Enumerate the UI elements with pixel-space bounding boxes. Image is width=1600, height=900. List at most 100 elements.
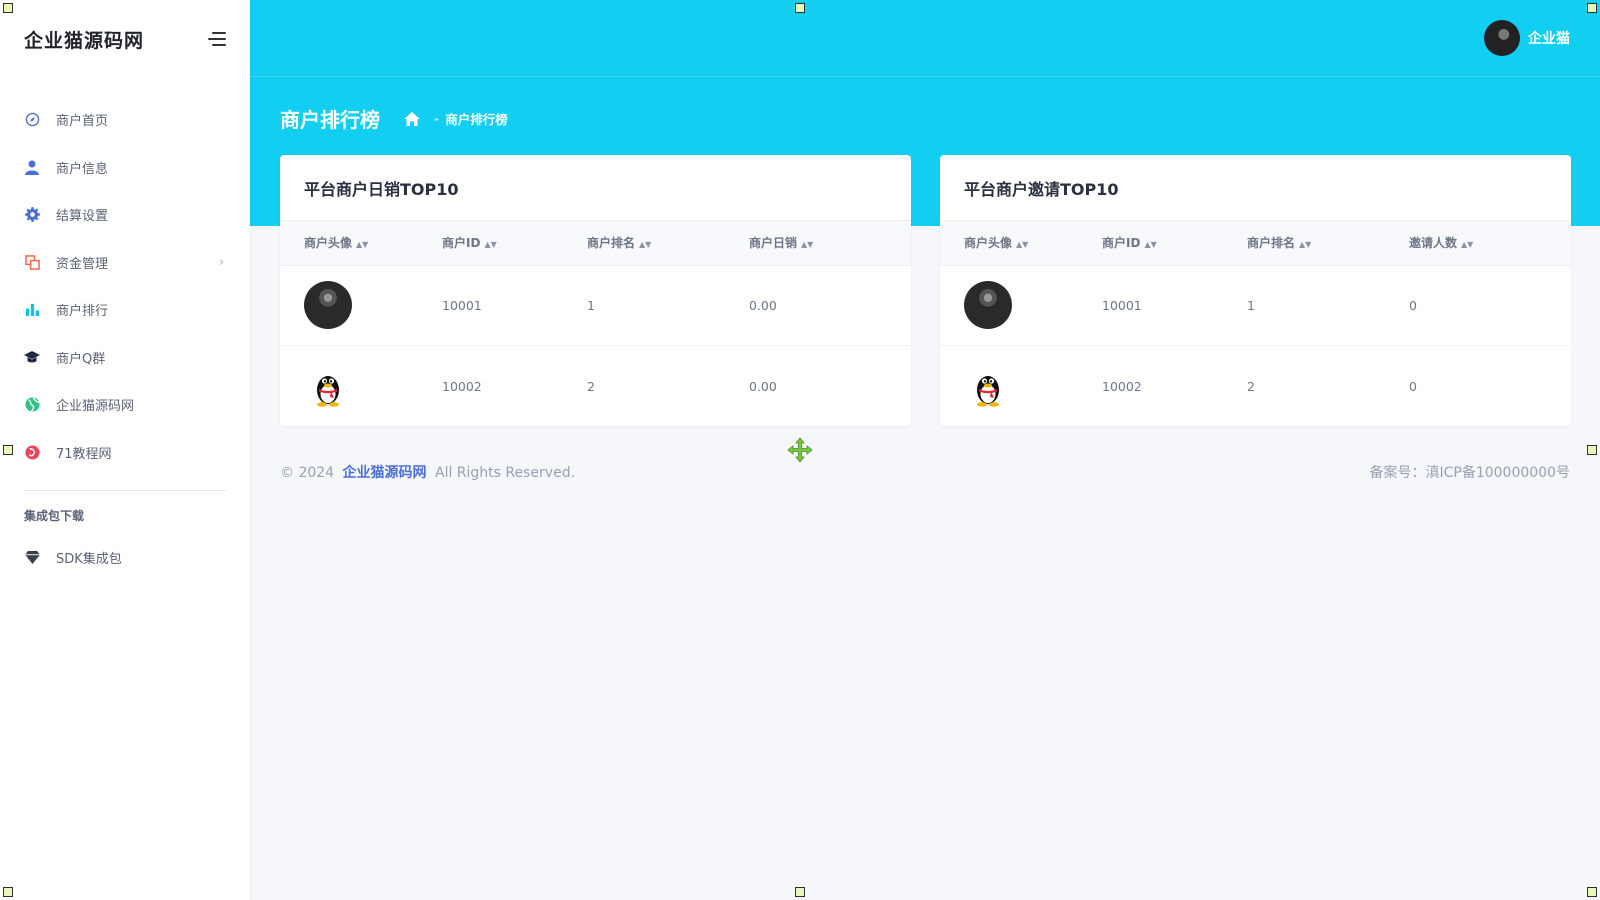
- penguin-avatar-icon: [304, 362, 352, 410]
- home-icon[interactable]: [404, 111, 420, 126]
- table-header-row: 商户头像 ▲▼ 商户ID ▲▼ 商户排名 ▲▼ 商户日销 ▲▼: [280, 221, 911, 266]
- sidebar-item-qymao[interactable]: 企业猫源码网: [0, 381, 250, 429]
- column-header-rank[interactable]: 商户排名 ▲▼: [1247, 221, 1409, 266]
- table-row: 10002 2 0: [940, 346, 1571, 427]
- sidebar: 企业猫源码网 商户首页 商户信息 结算设置 资金管理 › 商户排行 商户Q群 企…: [0, 0, 250, 900]
- column-header-id[interactable]: 商户ID ▲▼: [1102, 221, 1247, 266]
- sidebar-item-label: SDK集成包: [56, 552, 122, 568]
- sort-icon: ▲▼: [1461, 240, 1474, 250]
- username: 企业猫: [1528, 31, 1570, 47]
- merchant-daily-sales: 0.00: [749, 297, 777, 313]
- sort-icon: ▲▼: [484, 240, 497, 250]
- card-title: 平台商户邀请TOP10: [940, 155, 1571, 221]
- column-header-avatar[interactable]: 商户头像 ▲▼: [940, 221, 1102, 266]
- gear-icon: [24, 207, 40, 223]
- sidebar-item-info[interactable]: 商户信息: [0, 144, 250, 192]
- column-header-id[interactable]: 商户ID ▲▼: [442, 221, 587, 266]
- wallet-icon: [24, 254, 40, 270]
- merchant-rank: 2: [587, 378, 595, 394]
- sidebar-divider: [24, 490, 226, 491]
- sidebar-item-home[interactable]: 商户首页: [0, 96, 250, 144]
- sales-table: 商户头像 ▲▼ 商户ID ▲▼ 商户排名 ▲▼ 商户日销 ▲▼ 10001 1 0.00: [280, 221, 911, 426]
- resize-handle[interactable]: [1587, 3, 1597, 13]
- table-row: 10001 1 0: [940, 265, 1571, 346]
- sidebar-item-funds[interactable]: 资金管理 ›: [0, 239, 250, 287]
- resize-handle[interactable]: [795, 887, 805, 897]
- sort-icon: ▲▼: [1016, 240, 1029, 250]
- penguin-avatar-icon: [964, 362, 1012, 410]
- footer-icp[interactable]: 备案号：滇ICP备100000000号: [1369, 462, 1570, 482]
- footer-copyright: © 2024 企业猫源码网 All Rights Reserved.: [280, 462, 575, 482]
- page-header: 商户排行榜 - 商户排行榜: [280, 104, 508, 133]
- globe-icon: [24, 397, 40, 413]
- column-header-avatar[interactable]: 商户头像 ▲▼: [280, 221, 442, 266]
- sales-ranking-card: 平台商户日销TOP10 商户头像 ▲▼ 商户ID ▲▼ 商户排名 ▲▼ 商户日销 ▲▼ …: [280, 155, 911, 426]
- sort-icon: ▲▼: [356, 240, 369, 250]
- page-title: 商户排行榜: [280, 108, 380, 132]
- sidebar-item-sdk[interactable]: SDK集成包: [0, 534, 250, 582]
- resize-handle[interactable]: [1587, 887, 1597, 897]
- table-row: 10002 2 0.00: [280, 346, 911, 427]
- user-avatar: [1484, 20, 1520, 56]
- column-header-rank[interactable]: 商户排名 ▲▼: [587, 221, 749, 266]
- footer-site-link[interactable]: 企业猫源码网: [343, 465, 427, 481]
- sphere-icon: [24, 444, 40, 460]
- sidebar-item-label: 商户Q群: [56, 351, 106, 367]
- brand: 企业猫源码网: [0, 0, 250, 78]
- breadcrumb-current: 商户排行榜: [445, 112, 508, 127]
- sidebar-section-title: 集成包下载: [24, 509, 85, 523]
- resize-handle[interactable]: [3, 445, 13, 455]
- sidebar-item-settlement[interactable]: 结算设置: [0, 191, 250, 239]
- merchant-avatar: [304, 281, 352, 330]
- merchant-id: 10001: [1102, 297, 1142, 313]
- menu-toggle-icon[interactable]: [208, 32, 226, 46]
- resize-handle[interactable]: [3, 3, 13, 13]
- sidebar-item-label: 商户信息: [56, 161, 109, 177]
- bar-chart-icon: [24, 302, 40, 318]
- compass-icon: [24, 112, 40, 128]
- diamond-icon: [24, 550, 40, 566]
- brand-title[interactable]: 企业猫源码网: [24, 26, 144, 53]
- user-menu[interactable]: 企业猫: [1484, 20, 1570, 56]
- sidebar-item-label: 资金管理: [56, 256, 109, 272]
- breadcrumb: - 商户排行榜: [404, 109, 508, 128]
- sidebar-nav: 商户首页 商户信息 结算设置 资金管理 › 商户排行 商户Q群 企业猫源码网 7…: [0, 96, 250, 582]
- sidebar-item-label: 企业猫源码网: [56, 399, 135, 415]
- card-title: 平台商户日销TOP10: [280, 155, 911, 221]
- sidebar-item-label: 71教程网: [56, 446, 112, 462]
- sort-icon: ▲▼: [801, 240, 814, 250]
- chevron-right-icon: ›: [219, 255, 224, 270]
- merchant-invite-count: 0: [1409, 378, 1417, 394]
- sidebar-item-label: 结算设置: [56, 209, 109, 225]
- table-header-row: 商户头像 ▲▼ 商户ID ▲▼ 商户排名 ▲▼ 邀请人数 ▲▼: [940, 221, 1571, 266]
- merchant-id: 10002: [442, 378, 482, 394]
- table-row: 10001 1 0.00: [280, 265, 911, 346]
- resize-handle[interactable]: [1587, 445, 1597, 455]
- merchant-rank: 1: [1247, 297, 1255, 313]
- column-header-sales[interactable]: 商户日销 ▲▼: [749, 221, 911, 266]
- merchant-id: 10001: [442, 297, 482, 313]
- sort-icon: ▲▼: [1144, 240, 1157, 250]
- header-divider: [250, 76, 1600, 77]
- sidebar-item-71[interactable]: 71教程网: [0, 429, 250, 477]
- graduation-cap-icon: [24, 349, 40, 365]
- column-header-invites[interactable]: 邀请人数 ▲▼: [1409, 221, 1571, 266]
- move-icon[interactable]: [787, 437, 813, 463]
- merchant-avatar: [964, 281, 1012, 330]
- resize-handle[interactable]: [795, 3, 805, 13]
- copyright-year: © 2024: [280, 465, 335, 481]
- merchant-daily-sales: 0.00: [749, 378, 777, 394]
- invite-table: 商户头像 ▲▼ 商户ID ▲▼ 商户排名 ▲▼ 邀请人数 ▲▼ 10001 1 0: [940, 221, 1571, 426]
- breadcrumb-separator: -: [434, 111, 440, 126]
- sort-icon: ▲▼: [639, 240, 652, 250]
- resize-handle[interactable]: [3, 887, 13, 897]
- invite-ranking-card: 平台商户邀请TOP10 商户头像 ▲▼ 商户ID ▲▼ 商户排名 ▲▼ 邀请人数 ▲▼ …: [940, 155, 1571, 426]
- merchant-rank: 2: [1247, 378, 1255, 394]
- sidebar-item-label: 商户排行: [56, 304, 109, 320]
- user-icon: [24, 159, 40, 175]
- sidebar-item-ranking[interactable]: 商户排行: [0, 286, 250, 334]
- sidebar-item-qgroup[interactable]: 商户Q群: [0, 334, 250, 382]
- rights-text: All Rights Reserved.: [435, 465, 576, 481]
- sort-icon: ▲▼: [1299, 240, 1312, 250]
- merchant-rank: 1: [587, 297, 595, 313]
